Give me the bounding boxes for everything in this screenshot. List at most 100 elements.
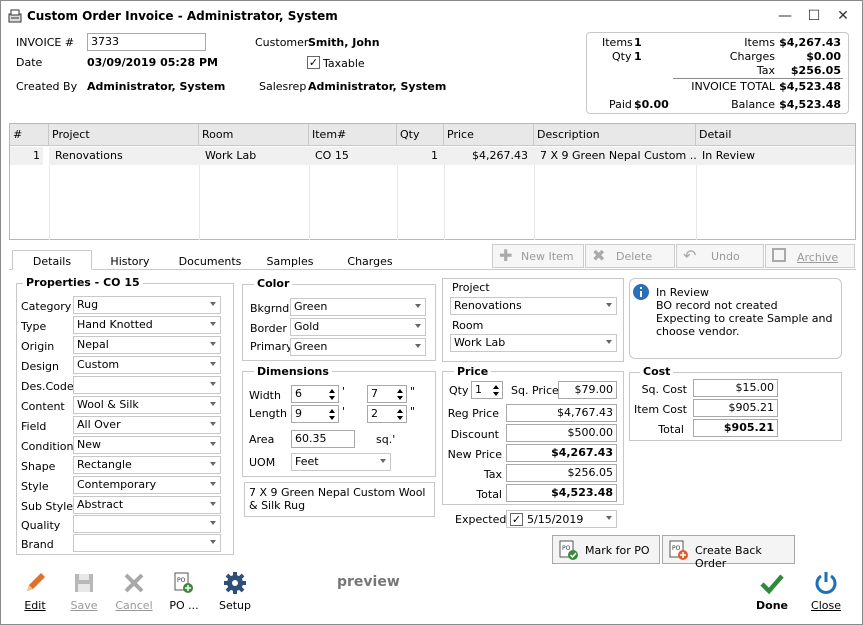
tab-charges[interactable]: Charges — [339, 251, 401, 271]
col-header-detail[interactable]: Detail — [696, 124, 855, 146]
delete-button[interactable]: ✖ Delete — [585, 244, 675, 268]
expected-date-picker[interactable]: ✓ 5/15/2019 — [506, 510, 617, 528]
info-bo-status: BO record not created — [656, 299, 778, 312]
bkgrnd-label: Bkgrnd — [250, 302, 290, 315]
type-select[interactable]: Hand Knotted — [73, 316, 221, 334]
new-price-field[interactable]: $4,267.43 — [506, 444, 617, 462]
content-select[interactable]: Wool & Silk — [73, 396, 221, 414]
cell-project: Renovations — [49, 147, 199, 165]
discount-field[interactable]: $500.00 — [506, 424, 617, 442]
svg-text:PO: PO — [177, 577, 186, 584]
summary-items-label: Items — [602, 36, 633, 49]
minimize-button[interactable]: — — [771, 5, 799, 27]
tab-samples[interactable]: Samples — [261, 251, 319, 271]
reg-price-field[interactable]: $4,767.43 — [506, 404, 617, 422]
chevron-down-icon — [415, 304, 421, 308]
up-arrow-icon — [493, 385, 499, 389]
down-arrow-icon — [329, 396, 335, 400]
close-window-button[interactable]: ✕ — [829, 5, 857, 27]
col-header-qty[interactable]: Qty — [397, 124, 444, 146]
condition-select[interactable]: New — [73, 436, 221, 454]
field-label: Field — [21, 420, 47, 433]
tax-field[interactable]: $256.05 — [506, 464, 617, 482]
brand-select[interactable] — [73, 534, 221, 552]
reg-price-label: Reg Price — [447, 407, 499, 420]
sq-cost-field[interactable]: $15.00 — [693, 379, 778, 397]
project-label: Project — [452, 281, 490, 294]
invoice-label: INVOICE # — [16, 36, 75, 49]
create-back-order-label: Create Back Order — [695, 544, 762, 570]
item-cost-field[interactable]: $905.21 — [693, 399, 778, 417]
summary-charges-amt: $0.00 — [806, 50, 841, 63]
room-select[interactable]: Work Lab — [450, 334, 617, 352]
undo-icon: ↶ — [683, 246, 697, 265]
mark-for-po-button[interactable]: PO Mark for PO — [552, 535, 660, 564]
length-in-stepper[interactable]: 2 — [367, 405, 407, 423]
expected-date-value: 5/15/2019 — [527, 513, 584, 526]
maximize-button[interactable]: ☐ — [800, 5, 828, 27]
condition-label: Condition — [21, 440, 74, 453]
col-header-description[interactable]: Description — [534, 124, 696, 146]
col-header-price[interactable]: Price — [444, 124, 534, 146]
delete-label: Delete — [616, 250, 653, 263]
invoice-number-field[interactable]: 3733 — [87, 33, 206, 51]
design-select[interactable]: Custom — [73, 356, 221, 374]
bkgrnd-select[interactable]: Green — [290, 298, 426, 316]
area-field[interactable]: 60.35 — [291, 430, 355, 448]
discount-label: Discount — [450, 428, 499, 441]
style-select[interactable]: Contemporary — [73, 476, 221, 494]
tab-history[interactable]: History — [99, 251, 161, 271]
gear-icon — [224, 572, 246, 594]
project-value: Renovations — [454, 299, 522, 312]
customer-value[interactable]: Smith, John — [308, 36, 380, 49]
save-label: Save — [70, 599, 98, 612]
length-ft-stepper[interactable]: 9 — [291, 405, 339, 423]
col-header-itemno[interactable]: Item# — [309, 124, 397, 146]
col-header-room[interactable]: Room — [199, 124, 309, 146]
summary-items-count: 1 — [634, 36, 642, 49]
chevron-down-icon — [606, 340, 612, 344]
sub-style-value: Abstract — [77, 498, 124, 511]
col-header-project[interactable]: Project — [49, 124, 199, 146]
border-select[interactable]: Gold — [290, 318, 426, 336]
setup-label: Setup — [218, 599, 252, 612]
condition-value: New — [77, 438, 101, 451]
info-icon — [633, 284, 649, 300]
tab-documents[interactable]: Documents — [173, 251, 247, 271]
plus-icon: ✚ — [499, 246, 513, 265]
shape-select[interactable]: Rectangle — [73, 456, 221, 474]
create-back-order-button[interactable]: PO Create Back Order — [662, 535, 795, 570]
taxable-checkbox[interactable]: ✓ — [307, 56, 320, 69]
grid-line — [397, 165, 398, 240]
category-select[interactable]: Rug — [73, 296, 221, 314]
expected-checkbox[interactable]: ✓ — [510, 513, 523, 526]
shape-value: Rectangle — [77, 458, 132, 471]
price-qty-stepper[interactable]: 1 — [471, 381, 503, 399]
style-value: Contemporary — [77, 478, 157, 491]
uom-select[interactable]: Feet — [291, 453, 391, 471]
origin-select[interactable]: Nepal — [73, 336, 221, 354]
grid-line — [696, 165, 697, 240]
sub-style-select[interactable]: Abstract — [73, 496, 221, 514]
project-select[interactable]: Renovations — [450, 297, 617, 315]
sq-price-field[interactable]: $79.00 — [558, 381, 617, 399]
des-code-select[interactable] — [73, 376, 221, 394]
chevron-down-icon — [210, 442, 216, 446]
tab-details[interactable]: Details — [12, 250, 92, 270]
down-arrow-icon — [329, 416, 335, 420]
cost-total-field[interactable]: $905.21 — [693, 419, 778, 437]
width-label: Width — [249, 389, 281, 402]
primary-select[interactable]: Green — [290, 338, 426, 356]
quality-select[interactable] — [73, 515, 221, 533]
width-in-stepper[interactable]: 7 — [367, 385, 407, 403]
field-select[interactable]: All Over — [73, 416, 221, 434]
col-header-num[interactable]: # — [10, 124, 49, 146]
cost-title: Cost — [640, 365, 674, 378]
new-item-button[interactable]: ✚ New Item — [492, 244, 584, 268]
undo-button[interactable]: ↶ Undo — [676, 244, 764, 268]
total-field[interactable]: $4,523.48 — [506, 484, 617, 502]
done-label: Done — [756, 599, 788, 612]
archive-button[interactable]: Archive — [765, 244, 855, 268]
width-ft-stepper[interactable]: 6 — [291, 385, 339, 403]
description-field[interactable]: 7 X 9 Green Nepal Custom Wool & Silk Rug — [244, 482, 435, 517]
